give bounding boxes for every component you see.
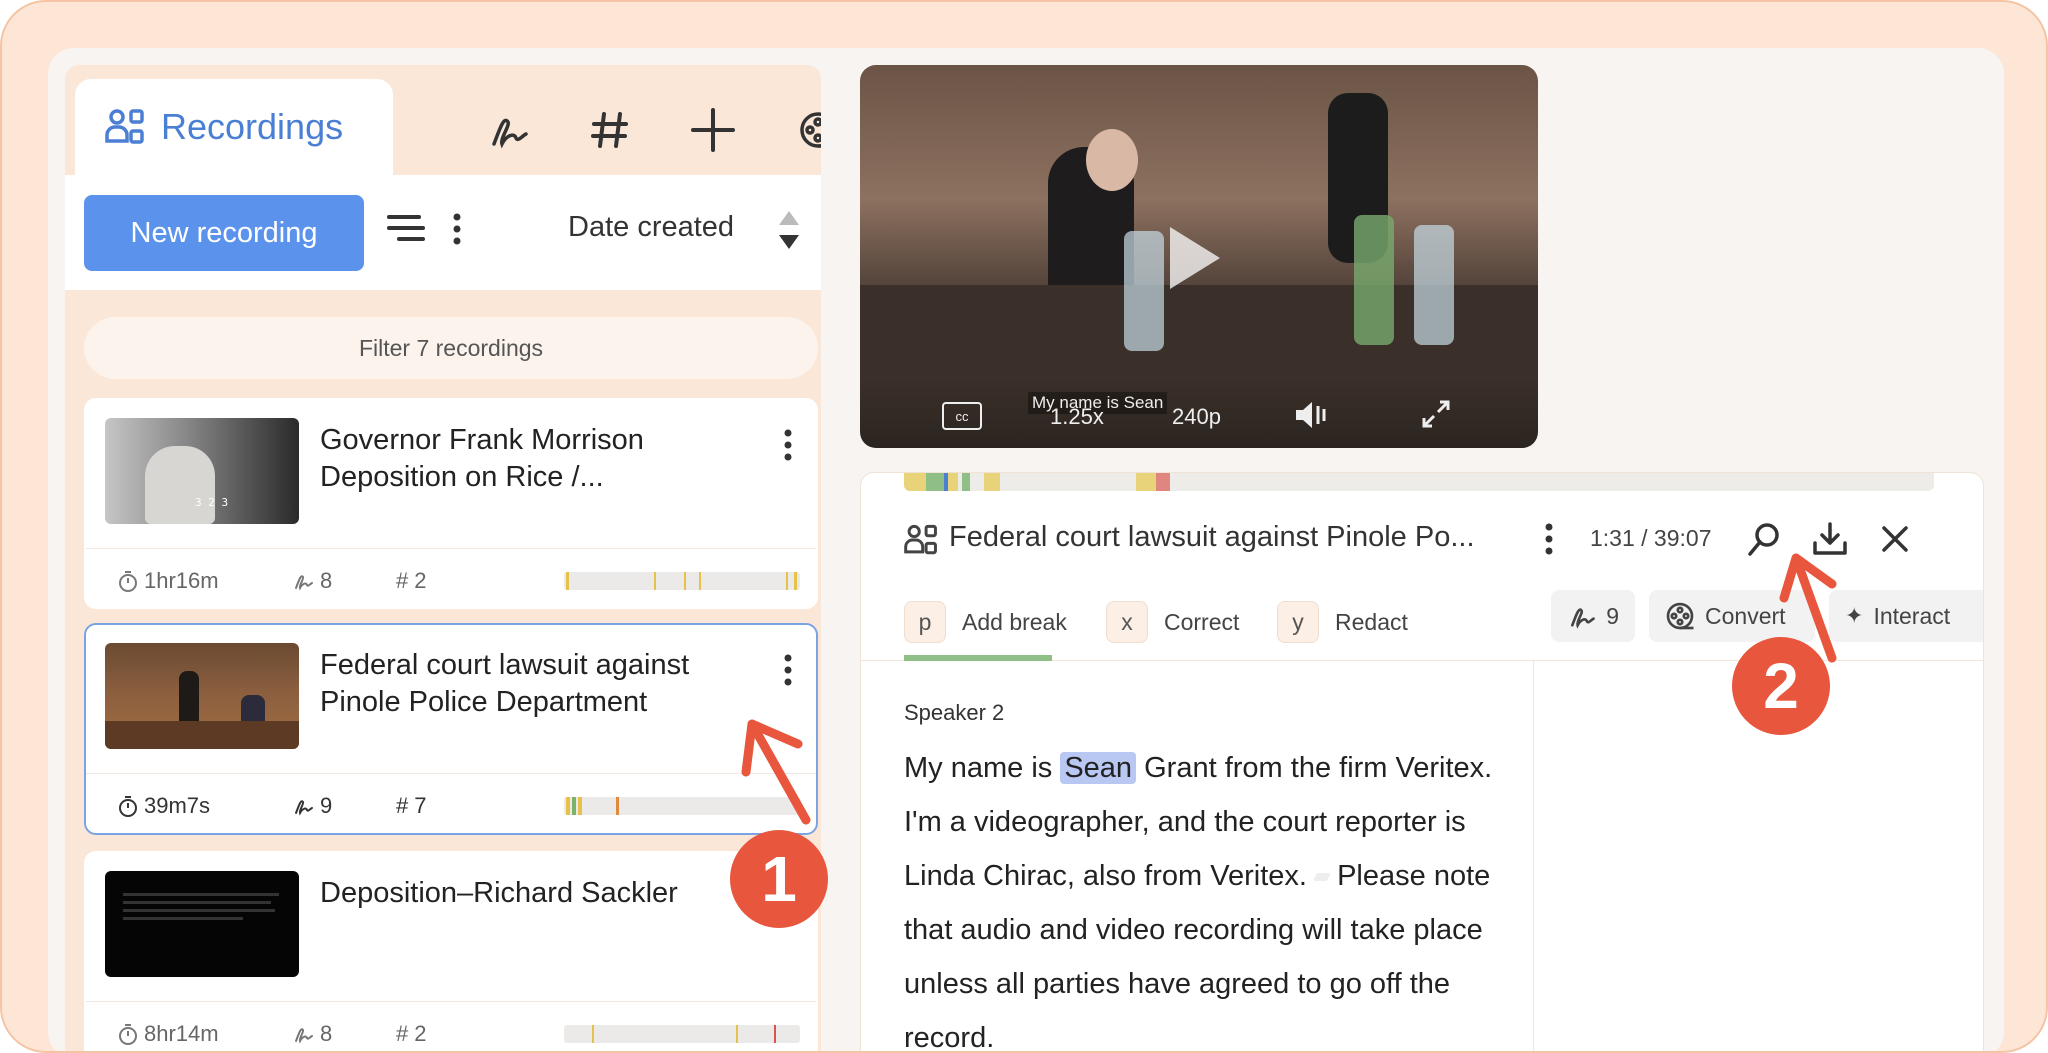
card-divider <box>86 1001 816 1002</box>
speed-button[interactable]: 1.25x <box>1050 404 1104 430</box>
card-divider <box>86 548 816 549</box>
recording-detail-title: Federal court lawsuit against Pinole Po.… <box>949 521 1475 553</box>
recording-timeline <box>564 572 800 590</box>
signature-icon <box>295 1028 313 1044</box>
tag-count: # 2 <box>396 568 427 593</box>
recording-thumbnail <box>105 871 299 977</box>
signature-count: 9 <box>292 793 332 819</box>
video-player[interactable]: cc My name is Sean 1.25x 240p <box>860 65 1538 448</box>
tab-recordings[interactable]: Recordings <box>75 79 393 175</box>
plus-icon[interactable] <box>688 105 738 155</box>
signature-count: 8 <box>292 1021 332 1047</box>
recording-thumbnail: 3 2 3 <box>105 418 299 524</box>
column-divider <box>1533 661 1534 1051</box>
detail-more-icon[interactable] <box>1543 521 1555 562</box>
duration: 1hr16m <box>118 568 219 594</box>
recordings-panel: Recordings New recording Date created Fi… <box>65 65 821 1051</box>
action-label: Add break <box>962 608 1067 635</box>
signature-icon[interactable] <box>483 105 533 155</box>
list-toolbar: New recording Date created <box>65 175 821 290</box>
recording-thumbnail <box>105 643 299 749</box>
more-options-icon[interactable] <box>451 211 463 252</box>
hash-icon: # <box>396 793 409 818</box>
tab-recordings-label: Recordings <box>161 106 344 147</box>
action-label: Redact <box>1335 608 1408 635</box>
film-reel-icon[interactable] <box>793 105 821 155</box>
hash-icon: # <box>396 1021 409 1046</box>
stopwatch-icon <box>119 1024 137 1045</box>
speaker-progress <box>904 655 1052 661</box>
callout-arrow-1 <box>741 719 811 825</box>
transcript-timeline[interactable] <box>904 473 1934 491</box>
filter-input[interactable]: Filter 7 recordings <box>84 317 818 379</box>
recording-card[interactable]: 3 2 3 Governor Frank Morrison Deposition… <box>84 398 818 609</box>
card-more-icon[interactable] <box>782 653 794 692</box>
list-view-icon[interactable] <box>387 213 427 250</box>
people-icon <box>904 524 937 555</box>
callout-badge-2: 2 <box>1732 637 1830 735</box>
fullscreen-icon[interactable] <box>1420 398 1452 430</box>
duration: 39m7s <box>118 793 210 819</box>
tag-count: # 7 <box>396 793 427 818</box>
playback-time: 1:31 / 39:07 <box>1590 525 1712 551</box>
people-icon <box>105 109 144 144</box>
correct-action[interactable]: x Correct <box>1106 597 1239 647</box>
add-break-action[interactable]: p Add break <box>904 597 1067 647</box>
tab-bar: Recordings <box>65 65 821 175</box>
duration: 8hr14m <box>118 1021 219 1047</box>
signature-icon <box>295 800 313 816</box>
video-bottle <box>1124 231 1164 351</box>
hash-icon[interactable] <box>585 105 635 155</box>
video-figure-head <box>1086 129 1138 191</box>
stopwatch-icon <box>119 796 137 817</box>
recording-title: Deposition–Richard Sackler <box>320 877 678 909</box>
video-controls: cc My name is Sean 1.25x 240p <box>860 378 1538 448</box>
sort-dropdown[interactable]: Date created <box>568 211 734 244</box>
action-label: Correct <box>1164 608 1240 635</box>
recording-card[interactable]: Deposition–Richard Sackler 8hr14m 8 # 2 <box>84 851 818 1051</box>
hash-icon: # <box>396 568 409 593</box>
sort-arrows-icon[interactable] <box>777 209 801 256</box>
signature-icon <box>1570 608 1595 629</box>
stopwatch-icon <box>119 571 137 592</box>
recording-timeline <box>564 1025 800 1043</box>
recording-title: Governor Frank Morrison Deposition on Ri… <box>320 424 644 493</box>
shortcut-key: x <box>1106 601 1148 643</box>
volume-icon[interactable] <box>1294 400 1328 430</box>
speaker-label: Speaker 2 <box>904 700 1005 725</box>
video-bottle <box>1354 215 1394 345</box>
tag-count: # 2 <box>396 1021 427 1046</box>
redact-action[interactable]: y Redact <box>1277 597 1408 647</box>
signature-icon <box>295 575 313 591</box>
transcript-text[interactable]: My name is Sean Grant from the firm Veri… <box>904 741 1524 1051</box>
card-more-icon[interactable] <box>782 428 794 467</box>
cc-button[interactable]: cc <box>942 402 982 430</box>
recording-title: Federal court lawsuit against Pinole Pol… <box>320 649 690 718</box>
thumb-caption: 3 2 3 <box>195 496 229 509</box>
video-bottle <box>1414 225 1454 345</box>
callout-badge-1: 1 <box>730 830 828 928</box>
shortcut-key: y <box>1277 601 1319 643</box>
signature-count: 8 <box>292 568 332 594</box>
quality-button[interactable]: 240p <box>1172 404 1221 430</box>
new-recording-button[interactable]: New recording <box>84 195 364 271</box>
signatures-button[interactable]: 9 <box>1551 590 1635 642</box>
film-reel-icon <box>1666 602 1694 630</box>
play-icon[interactable] <box>1166 223 1224 293</box>
app-window: Recordings New recording Date created Fi… <box>48 48 2004 1051</box>
highlighted-word[interactable]: Sean <box>1060 752 1137 784</box>
outer-frame: Recordings New recording Date created Fi… <box>0 0 2048 1053</box>
shortcut-key: p <box>904 601 946 643</box>
